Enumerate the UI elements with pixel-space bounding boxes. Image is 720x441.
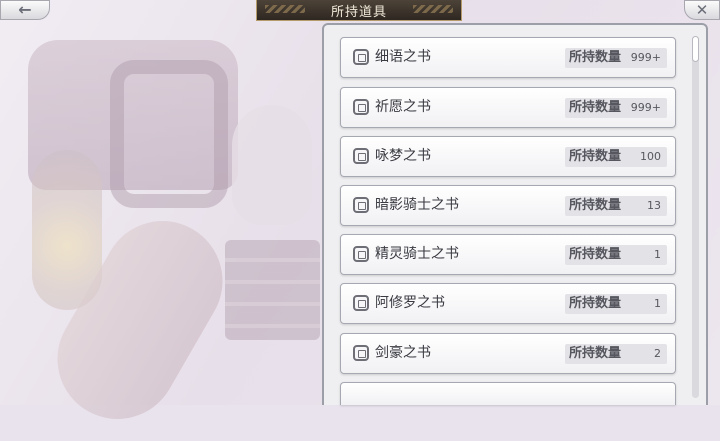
item-row[interactable]: 剑豪之书 所持数量 2 — [340, 333, 676, 374]
quantity-value: 1 — [625, 245, 667, 265]
item-row[interactable]: 阿修罗之书 所持数量 1 — [340, 283, 676, 324]
quantity-label: 所持数量 — [565, 147, 625, 167]
quantity-label: 所持数量 — [565, 98, 625, 118]
quantity-value: 13 — [625, 196, 667, 216]
quantity-value: 1 — [625, 294, 667, 314]
book-icon — [353, 99, 369, 115]
page-title: 所持道具 — [330, 4, 387, 20]
item-row-partial[interactable] — [340, 382, 676, 405]
sack-illustration — [232, 105, 312, 225]
quantity-value: 100 — [625, 147, 667, 167]
close-button[interactable]: ✕ — [684, 0, 720, 20]
book-icon — [353, 197, 369, 213]
item-row[interactable]: 精灵骑士之书 所持数量 1 — [340, 234, 676, 275]
close-icon: ✕ — [695, 0, 709, 19]
book-icon — [353, 345, 369, 361]
item-row[interactable]: 暗影骑士之书 所持数量 13 — [340, 185, 676, 226]
book-icon — [353, 49, 369, 65]
back-arrow-icon: ← — [18, 0, 32, 19]
bag-strap-illustration — [110, 60, 228, 208]
item-row[interactable]: 细语之书 所持数量 999+ — [340, 37, 676, 78]
item-name: 细语之书 — [375, 49, 431, 65]
book-icon — [353, 295, 369, 311]
quantity-label: 所持数量 — [565, 196, 625, 216]
back-button[interactable]: ← — [0, 0, 50, 20]
title-plate: 所持道具 — [256, 0, 462, 21]
quantity-value: 999+ — [625, 48, 667, 68]
book-icon — [353, 246, 369, 262]
quantity-label: 所持数量 — [565, 48, 625, 68]
books-illustration — [225, 240, 320, 340]
item-row[interactable]: 祈愿之书 所持数量 999+ — [340, 87, 676, 128]
scrollbar-thumb[interactable] — [692, 36, 699, 62]
quantity-label: 所持数量 — [565, 294, 625, 314]
item-name: 精灵骑士之书 — [375, 246, 459, 262]
item-name: 剑豪之书 — [375, 345, 431, 361]
item-name: 暗影骑士之书 — [375, 197, 459, 213]
quantity-value: 2 — [625, 344, 667, 364]
item-name: 祈愿之书 — [375, 99, 431, 115]
quantity-label: 所持数量 — [565, 344, 625, 364]
item-name: 阿修罗之书 — [375, 295, 445, 311]
quantity-value: 999+ — [625, 98, 667, 118]
scrollbar[interactable] — [692, 36, 699, 398]
item-name: 咏梦之书 — [375, 148, 431, 164]
quantity-label: 所持数量 — [565, 245, 625, 265]
item-row[interactable]: 咏梦之书 所持数量 100 — [340, 136, 676, 177]
book-icon — [353, 148, 369, 164]
